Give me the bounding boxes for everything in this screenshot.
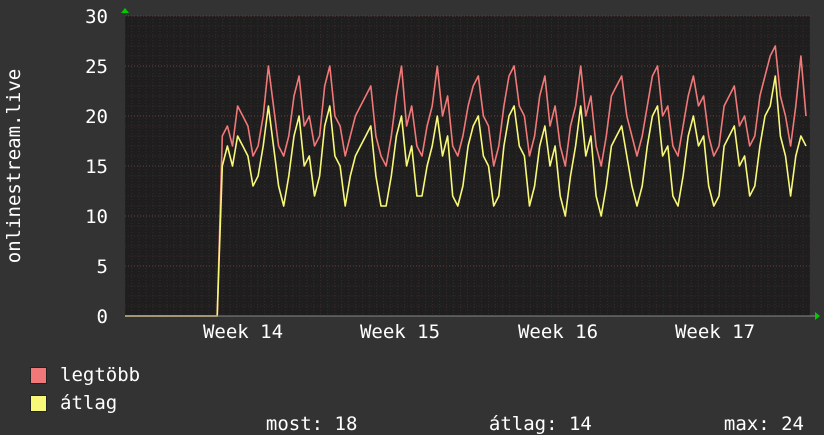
- stat-atlag-label: átlag:: [488, 413, 558, 435]
- y-axis-label: onlinestream.live: [3, 69, 25, 263]
- y-tick-label: 30: [85, 6, 108, 28]
- y-tick-label: 10: [85, 206, 108, 228]
- y-tick-label: 25: [85, 56, 108, 78]
- x-tick-labels: Week 14 Week 15 Week 16 Week 17: [203, 321, 755, 343]
- stat-most-value: 18: [334, 413, 358, 435]
- x-tick-label: Week 14: [203, 321, 283, 343]
- stat-atlag-value: 14: [568, 413, 592, 435]
- legend-item-max: legtöbb: [30, 364, 140, 386]
- legend-swatch-max: [30, 366, 47, 384]
- chart: 051015202530 Week 14 Week 15 Week 16 Week 1…: [3, 6, 820, 343]
- y-tick-label: 15: [85, 156, 108, 178]
- y-tick-label: 5: [97, 256, 108, 278]
- stat-most-label: most:: [265, 413, 324, 435]
- stat-max-label: max:: [723, 413, 770, 435]
- legend-label-avg: átlag: [60, 392, 118, 414]
- legend-swatch-avg: [30, 394, 47, 412]
- x-axis-arrow-icon: [815, 312, 820, 320]
- x-tick-label: Week 17: [675, 321, 755, 343]
- y-tick-label: 20: [85, 106, 108, 128]
- stat-most: most: 18: [243, 391, 358, 435]
- stat-atlag: átlag: 14: [466, 391, 592, 435]
- y-tick-label: 0: [97, 306, 108, 328]
- stat-max: max: 24: [701, 391, 804, 435]
- x-tick-label: Week 15: [360, 321, 440, 343]
- legend-label-max: legtöbb: [60, 364, 141, 386]
- x-tick-label: Week 16: [518, 321, 598, 343]
- stat-max-value: 24: [781, 413, 804, 435]
- legend-item-avg: átlag: [30, 392, 117, 414]
- y-axis-arrow-icon: [121, 8, 129, 13]
- y-tick-labels: 0 5 10 15 20 25 30: [85, 6, 108, 328]
